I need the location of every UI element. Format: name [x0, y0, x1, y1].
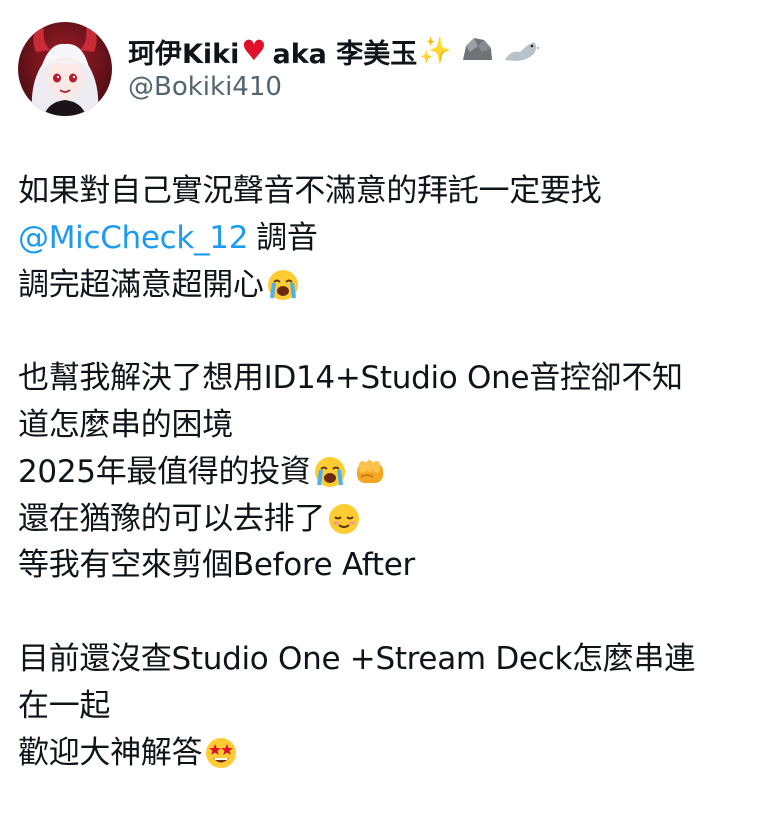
relieved-face-icon [327, 502, 361, 536]
tweet-line-text: 2025年最值得的投資 [18, 453, 311, 490]
oncoming-fist-icon [353, 455, 387, 489]
tweet-line: 道怎麼串的困境 [18, 402, 753, 449]
tweet-text: 如果對自己實況聲音不滿意的拜託一定要找 @MicCheck_12 調音 調完超滿… [18, 168, 753, 776]
star-struck-face-icon [204, 736, 238, 770]
red-heart-icon: ♥ [241, 34, 267, 67]
rock-icon [460, 34, 494, 69]
tweet-line: 歡迎大神解答 [18, 730, 753, 777]
display-name-part2: aka 李美玉 [272, 38, 418, 70]
tweet-line-text: 道怎麼串的困境 [18, 406, 233, 443]
loudly-crying-face-icon [266, 268, 300, 302]
user-info: 珂伊Kiki ♥ aka 李美玉 ✨ @Bokiki410 [128, 32, 728, 102]
tweet-line-text: 調音 [256, 219, 318, 256]
avatar-image [18, 22, 112, 116]
tweet-line: 等我有空來剪個Before After [18, 542, 753, 589]
tweet-line-text: 在一起 [18, 687, 111, 724]
tweet-line: 在一起 [18, 683, 753, 730]
tweet-line: 如果對自己實況聲音不滿意的拜託一定要找 [18, 168, 753, 215]
tweet-line: 目前還沒查Studio One +Stream Deck怎麼串連 [18, 636, 753, 683]
tweet-line: 還在猶豫的可以去排了 [18, 496, 753, 543]
mention-link[interactable]: @MicCheck_12 [18, 215, 248, 262]
avatar[interactable] [18, 22, 112, 116]
tweet-line-text: 調完超滿意超開心 [18, 266, 264, 303]
display-name[interactable]: 珂伊Kiki ♥ aka 李美玉 ✨ [128, 32, 728, 70]
user-handle[interactable]: @Bokiki410 [128, 72, 728, 102]
tweet-line-text: 還在猶豫的可以去排了 [18, 500, 325, 537]
tweet-line-text: 目前還沒查Studio One +Stream Deck怎麼串連 [18, 640, 695, 677]
tweet-line: 2025年最值得的投資 [18, 449, 753, 496]
tweet-line: @MicCheck_12 調音 [18, 215, 753, 262]
tweet-header: 珂伊Kiki ♥ aka 李美玉 ✨ @Bokiki410 [18, 22, 748, 118]
tweet-line-text: 也幫我解決了想用ID14+Studio One音控卻不知 [18, 360, 683, 397]
tweet-line-text: 如果對自己實況聲音不滿意的拜託一定要找 [18, 173, 602, 209]
tweet-line: 調完超滿意超開心 [18, 262, 753, 309]
tweet-line-text: 等我有空來剪個Before After [18, 547, 415, 584]
tweet-line-text: 歡迎大神解答 [18, 734, 203, 771]
sparkles-icon: ✨ [419, 36, 452, 66]
tweet-line: 也幫我解決了想用ID14+Studio One音控卻不知 [18, 355, 753, 402]
display-name-part1: 珂伊Kiki [128, 38, 240, 70]
seal-icon [502, 34, 540, 69]
loudly-crying-face-icon [313, 455, 347, 489]
